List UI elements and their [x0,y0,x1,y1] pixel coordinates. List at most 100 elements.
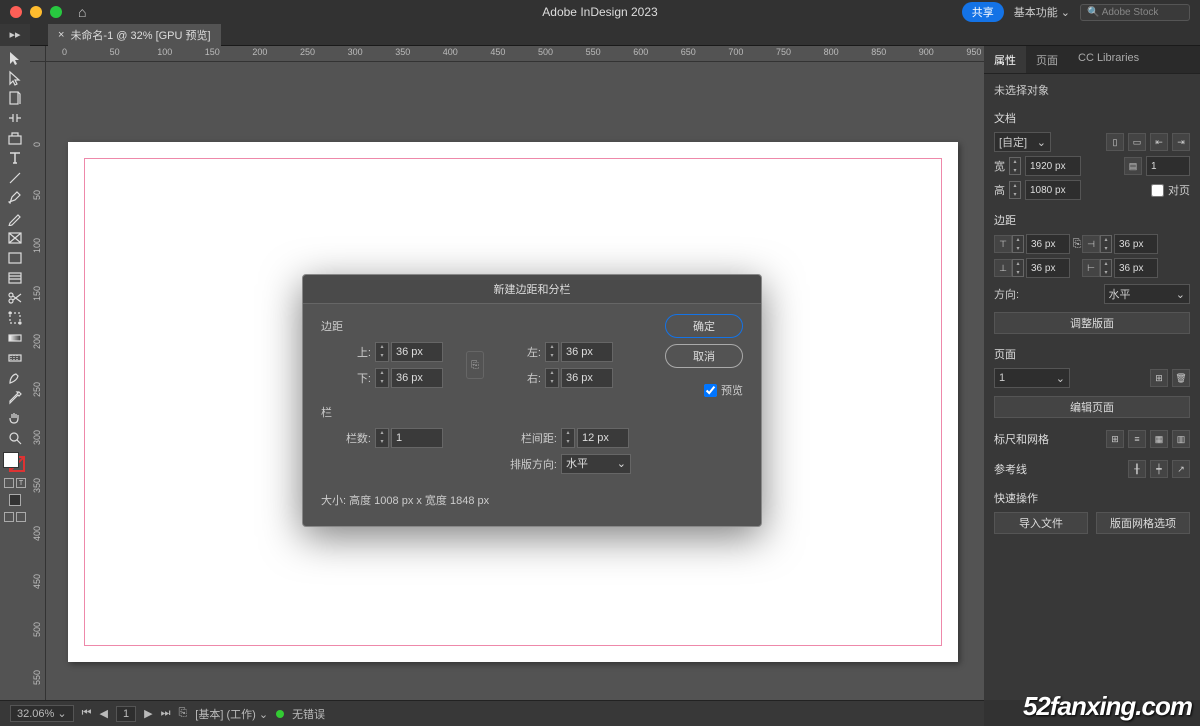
guide-icon-3[interactable]: ↗ [1172,460,1190,478]
margin-top-input[interactable] [391,342,443,362]
selection-tool[interactable] [0,48,30,68]
home-icon[interactable]: ⌂ [78,4,86,20]
share-button[interactable]: 共享 [962,2,1004,22]
pen-tool[interactable] [0,188,30,208]
page-nav-last-icon[interactable]: ⏭ [161,707,171,720]
page-nav-first-icon[interactable]: ⏮ [82,707,92,720]
fill-stroke-swatch[interactable] [3,452,27,472]
column-count-input[interactable] [391,428,443,448]
page-nav-input[interactable]: 1 [116,706,136,722]
p-margin-right-stepper[interactable]: ▴▾ [1100,259,1112,277]
gutter-stepper[interactable]: ▴▾ [561,428,575,448]
page-preset-select[interactable]: [自定] [994,132,1051,152]
width-stepper[interactable]: ▴▾ [1009,157,1021,175]
writing-direction-select[interactable]: 水平 [561,454,631,474]
link-icon[interactable]: ⎘ [1072,238,1082,251]
guide-icon-2[interactable]: ┿ [1150,460,1168,478]
maximize-icon[interactable] [50,6,62,18]
tab-cc-libraries[interactable]: CC Libraries [1068,46,1149,73]
baseline-grid-icon[interactable]: ≡ [1128,430,1146,448]
column-count-stepper[interactable]: ▴▾ [375,428,389,448]
workspace-switcher[interactable]: 基本功能 ⌄ [1014,4,1070,20]
normal-mode-icon[interactable] [4,512,14,522]
delete-page-icon[interactable]: 🗑 [1172,369,1190,387]
zoom-select[interactable]: 32.06% ⌄ [10,705,74,722]
p-margin-top-stepper[interactable]: ▴▾ [1012,235,1024,253]
margin-right-stepper[interactable]: ▴▾ [545,368,559,388]
edit-pages-button[interactable]: 编辑页面 [994,396,1190,418]
scissors-tool[interactable] [0,288,30,308]
p-margin-right-input[interactable] [1114,258,1158,278]
gradient-feather-tool[interactable] [0,348,30,368]
tab-pages[interactable]: 页面 [1026,46,1068,73]
orientation-landscape-icon[interactable]: ▭ [1128,133,1146,151]
formatting-text-icon[interactable]: T [16,478,26,488]
open-icon[interactable]: ⎘ [178,707,187,720]
vertical-ruler[interactable]: 0501001502002503003504004505005506006507… [30,62,46,700]
gradient-swatch-tool[interactable] [0,328,30,348]
height-stepper[interactable]: ▴▾ [1009,181,1021,199]
canvas-area[interactable]: 0501001502002503003504004505005506006507… [30,46,984,700]
gap-tool[interactable] [0,108,30,128]
doc-grid-icon[interactable]: ▦ [1150,430,1168,448]
facing-pages-checkbox[interactable] [1151,184,1164,197]
p-margin-left-stepper[interactable]: ▴▾ [1100,235,1112,253]
pages-count-input[interactable] [1146,156,1190,176]
direct-selection-tool[interactable] [0,68,30,88]
cancel-button[interactable]: 取消 [665,344,743,368]
eyedropper-tool[interactable] [0,388,30,408]
preflight-label[interactable]: 无错误 [292,706,325,722]
ok-button[interactable]: 确定 [665,314,743,338]
p-margin-bottom-stepper[interactable]: ▴▾ [1012,259,1024,277]
close-tab-icon[interactable]: × [58,29,64,41]
layout-grid-options-button[interactable]: 版面网格选项 [1096,512,1190,534]
margin-top-stepper[interactable]: ▴▾ [375,342,389,362]
type-tool[interactable] [0,148,30,168]
apply-color-icon[interactable] [0,490,30,510]
width-input[interactable] [1025,156,1081,176]
minimize-icon[interactable] [30,6,42,18]
zoom-tool[interactable] [0,428,30,448]
horizontal-grid-tool[interactable] [0,268,30,288]
layout-grid-icon[interactable]: ▥ [1172,430,1190,448]
ruler-icon[interactable]: ⊞ [1106,430,1124,448]
preview-mode-icon[interactable] [16,512,26,522]
binding-rtl-icon[interactable]: ⇥ [1172,133,1190,151]
document-tab[interactable]: × 未命名-1 @ 32% [GPU 预览] [48,24,221,46]
pencil-tool[interactable] [0,208,30,228]
status-preset[interactable]: [基本] (工作) ⌄ [195,706,268,722]
rectangle-frame-tool[interactable] [0,228,30,248]
ruler-origin[interactable] [30,46,46,62]
guide-icon-1[interactable]: ╂ [1128,460,1146,478]
panel-toggle-icon[interactable]: ▸▸ [0,24,30,46]
p-margin-left-input[interactable] [1114,234,1158,254]
gutter-input[interactable] [577,428,629,448]
tab-properties[interactable]: 属性 [984,46,1026,73]
p-margin-top-input[interactable] [1026,234,1070,254]
horizontal-ruler[interactable]: 0501001502002503003504004505005506006507… [46,46,984,62]
hand-tool[interactable] [0,408,30,428]
page-tool[interactable] [0,88,30,108]
margin-bottom-input[interactable] [391,368,443,388]
fill-swatch[interactable] [3,452,19,468]
margin-right-input[interactable] [561,368,613,388]
rectangle-tool[interactable] [0,248,30,268]
margin-left-input[interactable] [561,342,613,362]
height-input[interactable] [1025,180,1081,200]
note-tool[interactable] [0,368,30,388]
free-transform-tool[interactable] [0,308,30,328]
orientation-portrait-icon[interactable]: ▯ [1106,133,1124,151]
close-icon[interactable] [10,6,22,18]
import-file-button[interactable]: 导入文件 [994,512,1088,534]
binding-ltr-icon[interactable]: ⇤ [1150,133,1168,151]
link-margins-icon[interactable]: ⎘ [466,351,484,379]
margin-bottom-stepper[interactable]: ▴▾ [375,368,389,388]
adjust-layout-button[interactable]: 调整版面 [994,312,1190,334]
page-nav-prev-icon[interactable]: ◀ [100,707,108,720]
stock-search-input[interactable]: 🔍 Adobe Stock [1080,4,1190,21]
preview-checkbox[interactable] [704,384,717,397]
line-tool[interactable] [0,168,30,188]
page-nav-next-icon[interactable]: ▶ [144,707,152,720]
page-select[interactable]: 1 [994,368,1070,388]
margin-left-stepper[interactable]: ▴▾ [545,342,559,362]
